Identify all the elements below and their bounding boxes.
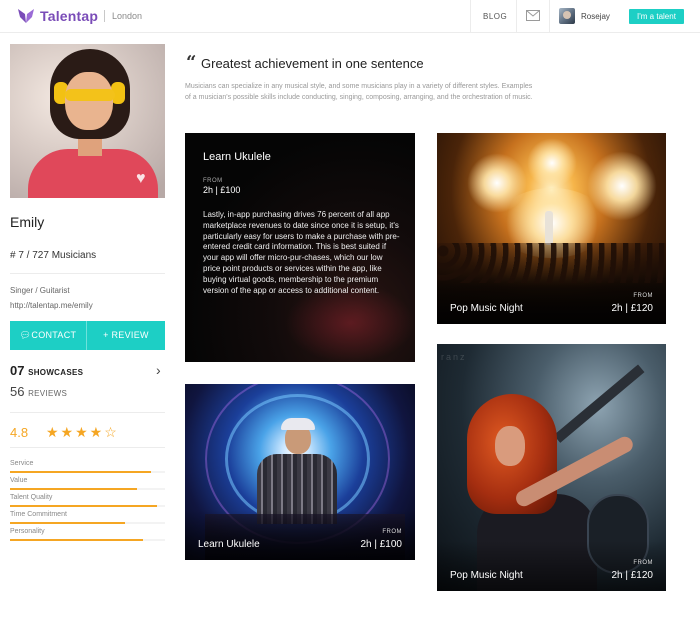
metric-bar-fill	[10, 539, 144, 541]
showcase-card[interactable]: Pop Music Night FROM 2h | £120	[437, 133, 666, 324]
photo-glasses	[65, 89, 115, 101]
divider	[10, 273, 165, 274]
showcases-link[interactable]: 07 SHOWCASES	[10, 363, 83, 378]
user-avatar[interactable]	[559, 8, 575, 24]
rating-metric: Value	[10, 477, 165, 490]
profile-link[interactable]: http://talentap.me/emily	[10, 301, 93, 310]
metric-bar	[10, 539, 165, 541]
achievement-headline: Greatest achievement in one sentence	[201, 56, 424, 71]
rating-metric: Personality	[10, 528, 165, 541]
caption-shade	[437, 274, 666, 324]
metric-bar	[10, 488, 165, 490]
rating-metric: Talent Quality	[10, 494, 165, 507]
review-button[interactable]: + REVIEW	[87, 321, 165, 350]
username-label[interactable]: Rosejay	[581, 12, 610, 21]
caption-shade	[437, 541, 666, 591]
profile-sidebar: ♥ Emily # 7 / 727 Musicians Singer / Gui…	[10, 44, 165, 541]
showcase-title: Pop Music Night	[450, 570, 523, 581]
dj-cap	[281, 418, 315, 430]
contact-label: CONTACT	[31, 330, 77, 340]
nav-blog-link[interactable]: BLOG	[483, 12, 507, 21]
stage-light	[527, 138, 577, 188]
photo-face	[65, 72, 113, 130]
im-a-talent-button[interactable]: I'm a talent	[629, 9, 684, 24]
reviews-count: 56	[10, 384, 25, 399]
metric-bar-fill	[10, 471, 152, 473]
metric-bar	[10, 522, 165, 524]
divider	[10, 447, 165, 448]
profile-role: Singer / Guitarist	[10, 286, 70, 295]
nav-divider	[470, 0, 471, 33]
reviews-label: REVIEWS	[28, 389, 68, 398]
showcase-from-label: FROM	[633, 560, 653, 566]
brand-name[interactable]: Talentap	[40, 8, 98, 24]
metric-label: Personality	[10, 528, 45, 535]
mail-icon[interactable]	[526, 10, 540, 21]
rating-metric: Time Commitment	[10, 511, 165, 524]
top-navbar: Talentap London BLOG Rosejay I'm a talen…	[0, 0, 700, 33]
showcases-count: 07	[10, 363, 25, 378]
showcases-label: SHOWCASES	[28, 368, 84, 377]
profile-photo: ♥	[10, 44, 165, 198]
showcase-price: 2h | £120	[611, 570, 653, 581]
background-signage: ranz	[441, 352, 467, 362]
performer-figure	[545, 211, 553, 245]
profile-rank: # 7 / 727 Musicians	[10, 250, 97, 261]
showcase-price: 2h | £100	[360, 539, 402, 550]
metric-bar-fill	[10, 505, 158, 507]
contact-button[interactable]: 💬︎CONTACT	[10, 321, 87, 350]
nav-divider	[516, 0, 517, 33]
chevron-right-icon[interactable]: ›	[156, 362, 161, 378]
nav-divider	[549, 0, 550, 33]
card-from-label: FROM	[203, 178, 223, 184]
profile-actions: 💬︎CONTACT + REVIEW	[10, 321, 165, 350]
showcase-title: Pop Music Night	[450, 303, 523, 314]
showcase-title: Learn Ukulele	[198, 539, 260, 550]
metric-bar	[10, 505, 165, 507]
profile-name: Emily	[10, 214, 45, 230]
talentap-logo-icon[interactable]	[17, 8, 35, 24]
favorite-heart-icon[interactable]: ♥	[136, 171, 146, 187]
showcase-price: 2h | £120	[611, 303, 653, 314]
guitarist-face	[495, 426, 525, 466]
city-label: London	[112, 11, 143, 21]
showcase-from-label: FROM	[382, 529, 402, 535]
card-title: Learn Ukulele	[203, 151, 271, 163]
quote-icon: “	[186, 52, 197, 73]
card-price: 2h | £100	[203, 185, 241, 195]
metric-bar-fill	[10, 488, 138, 490]
metric-label: Talent Quality	[10, 494, 53, 501]
showcase-from-label: FROM	[633, 293, 653, 299]
service-text-card[interactable]: Learn Ukulele FROM 2h | £100 Lastly, in-…	[185, 133, 415, 362]
rating-metric: Service	[10, 460, 165, 473]
reviews-summary[interactable]: 56 REVIEWS	[10, 384, 67, 399]
rating-score: 4.8	[10, 425, 29, 440]
divider	[10, 412, 165, 413]
guitar-neck	[553, 364, 645, 443]
showcase-card[interactable]: ranz Pop Music Night FROM 2h | £120	[437, 344, 666, 591]
metric-bar-fill	[10, 522, 125, 524]
metric-bar	[10, 471, 165, 473]
brand-divider	[104, 10, 105, 22]
chat-icon: 💬︎	[19, 330, 32, 340]
card-body: Lastly, in-app purchasing drives 76 perc…	[203, 210, 400, 295]
showcase-card[interactable]: Learn Ukulele FROM 2h | £100	[185, 384, 415, 560]
star-rating: ★★★★☆	[46, 424, 119, 440]
caption-shade	[185, 510, 415, 560]
achievement-description: Musicians can specialize in any musical …	[185, 83, 533, 101]
metric-label: Value	[10, 477, 28, 484]
metric-label: Time Commitment	[10, 511, 67, 518]
metric-label: Service	[10, 460, 34, 467]
